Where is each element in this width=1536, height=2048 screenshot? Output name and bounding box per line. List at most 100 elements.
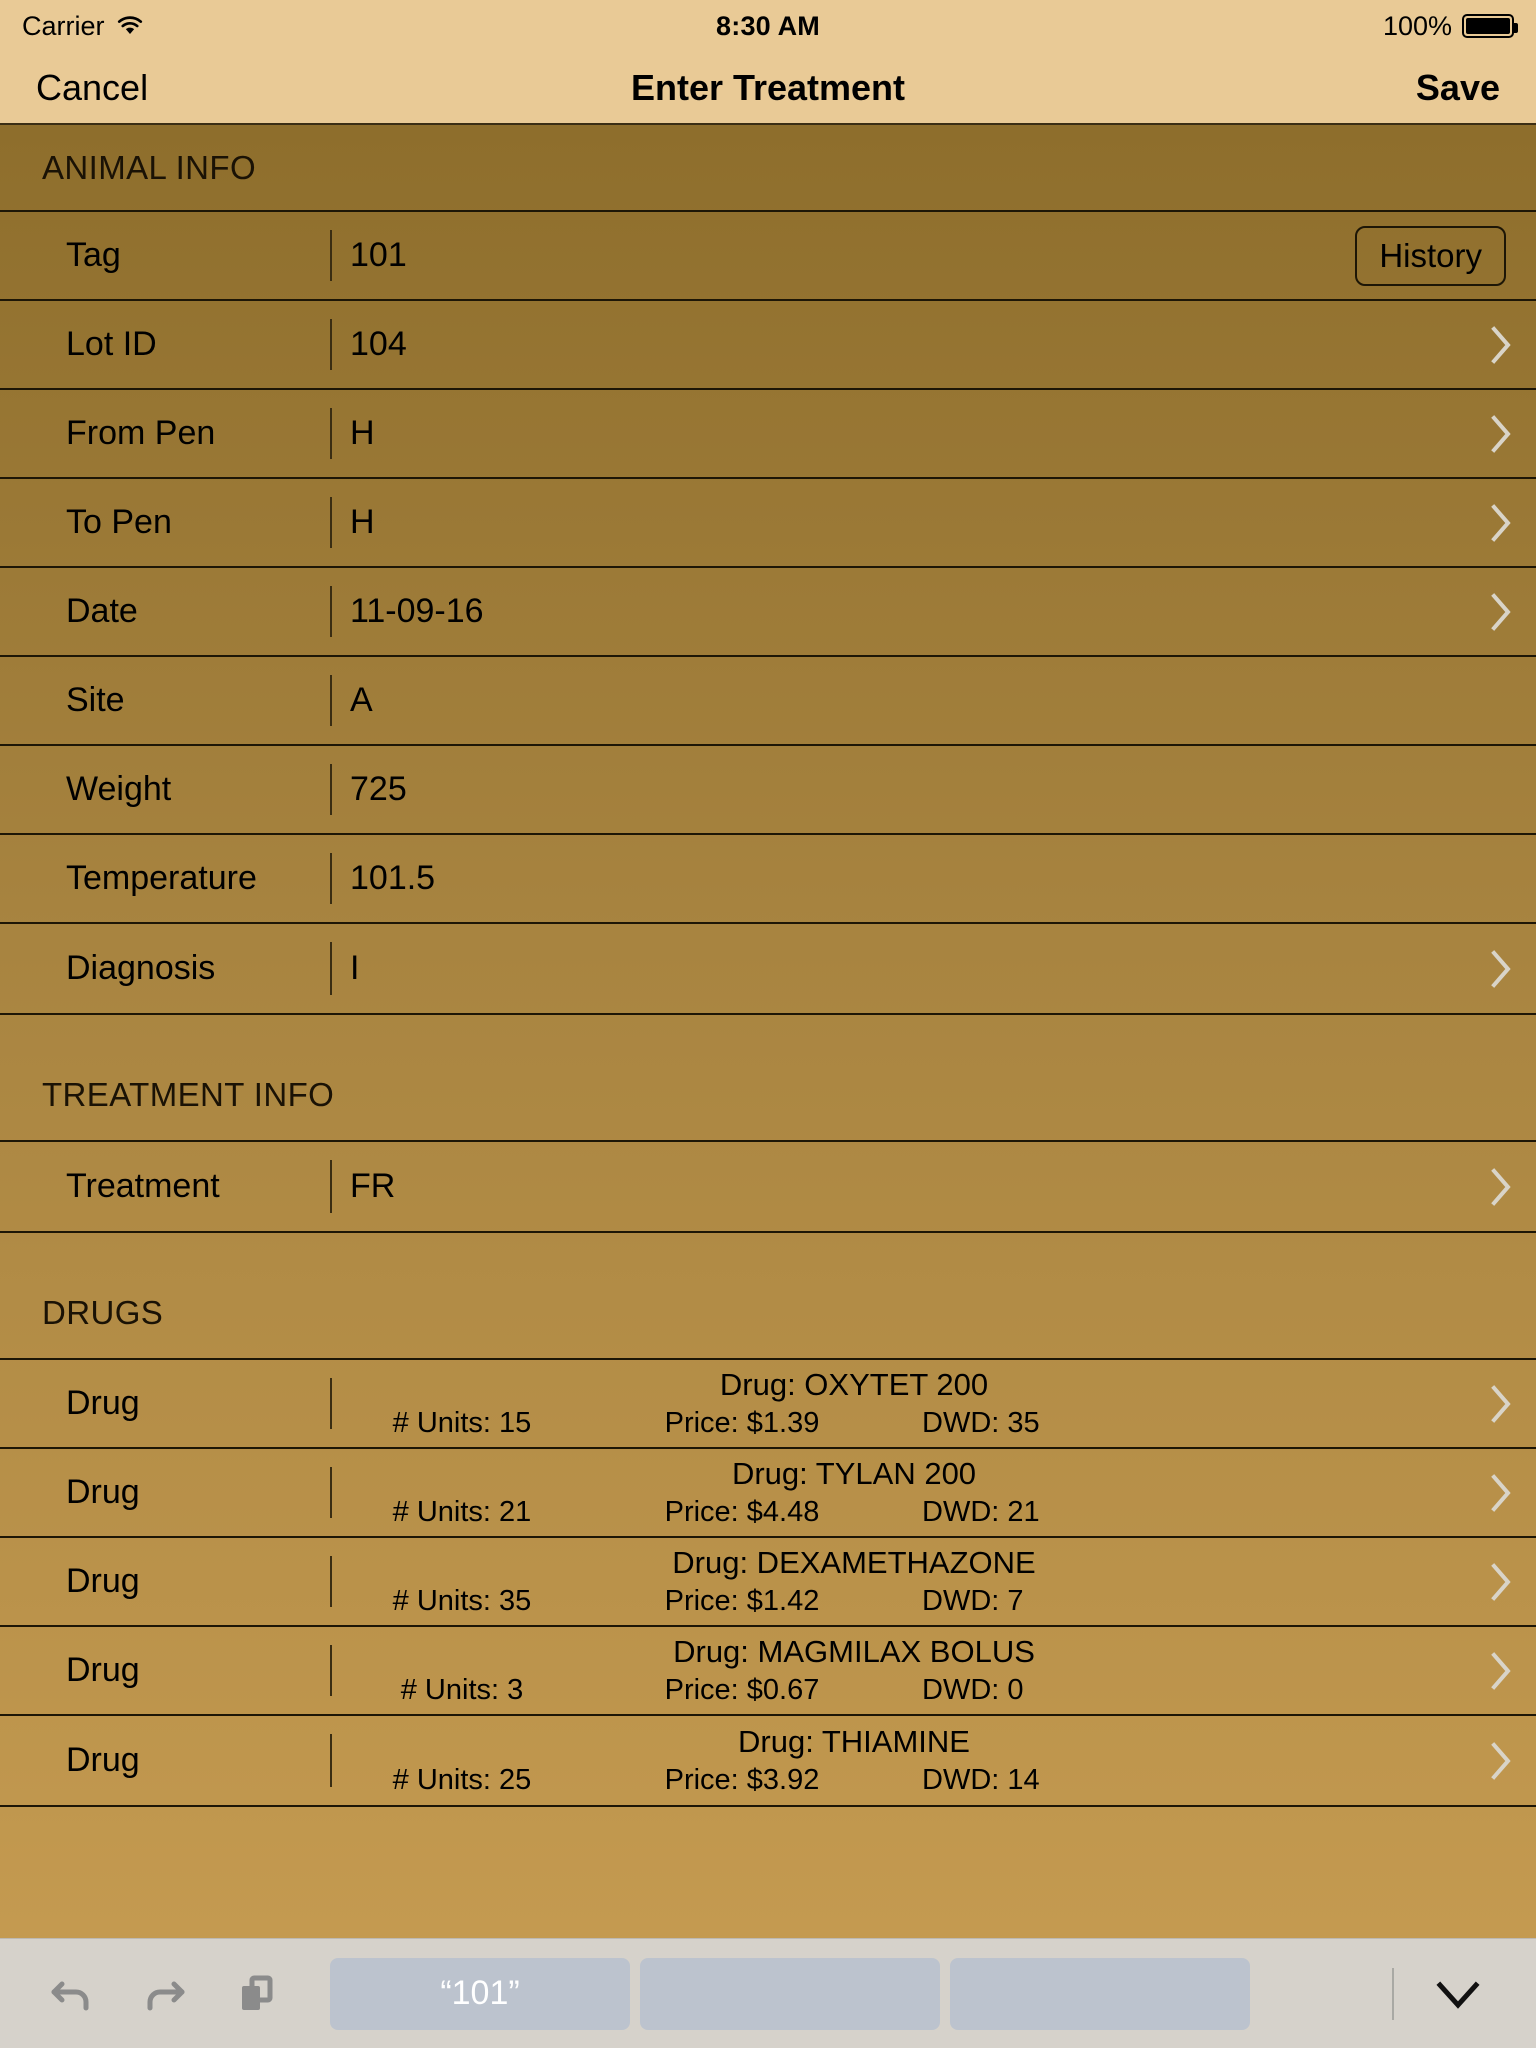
- chevron-right-icon[interactable]: [1466, 924, 1536, 1013]
- chevron-right-icon[interactable]: [1466, 1538, 1536, 1625]
- drug-price: Price: $1.42: [664, 1585, 820, 1617]
- table-row[interactable]: Temperature 101.5: [0, 835, 1536, 924]
- battery-percent-label: 100%: [1382, 10, 1452, 41]
- chevron-right-icon[interactable]: [1466, 568, 1536, 655]
- chevron-right-icon[interactable]: [1466, 479, 1536, 566]
- suggestion-chip[interactable]: [640, 1957, 940, 2030]
- table-row[interactable]: Drug Drug: TYLAN 200 # Units: 21 Price: …: [0, 1449, 1536, 1538]
- row-value[interactable]: 11-09-16: [332, 568, 1466, 655]
- suggestion-chip[interactable]: [950, 1957, 1250, 2030]
- row-label: Drug: [66, 1384, 140, 1422]
- chevron-right-icon[interactable]: [1466, 1142, 1536, 1231]
- table-row[interactable]: Drug Drug: THIAMINE # Units: 25 Price: $…: [0, 1716, 1536, 1805]
- drug-name: Drug: DEXAMETHAZONE: [672, 1545, 1036, 1580]
- paste-icon[interactable]: [210, 1948, 302, 2040]
- row-label: Site: [66, 681, 125, 719]
- history-button[interactable]: History: [1355, 225, 1506, 286]
- chevron-right-icon[interactable]: [1466, 1627, 1536, 1714]
- row-value[interactable]: 725: [332, 746, 1536, 833]
- chevron-right-icon[interactable]: [1466, 1716, 1536, 1805]
- drug-details: Drug: THIAMINE # Units: 25 Price: $3.92 …: [332, 1716, 1466, 1805]
- drug-meta: # Units: 15 Price: $1.39 DWD: 35: [332, 1407, 1466, 1440]
- row-value[interactable]: 101.5: [332, 835, 1536, 922]
- battery-full-icon: [1462, 14, 1518, 38]
- row-label: Tag: [66, 236, 121, 274]
- row-value[interactable]: A: [332, 657, 1536, 744]
- drug-name: Drug: MAGMILAX BOLUS: [673, 1634, 1035, 1669]
- drug-details: Drug: TYLAN 200 # Units: 21 Price: $4.48…: [332, 1449, 1466, 1536]
- drug-units: # Units: 15: [392, 1407, 532, 1439]
- animal-info-group: Tag 101 History Lot ID 104 From Pen H To…: [0, 210, 1536, 1015]
- table-row[interactable]: From Pen H: [0, 390, 1536, 479]
- autocorrect-suggestions: “101”: [330, 1957, 1250, 2030]
- table-row[interactable]: Site A: [0, 657, 1536, 746]
- chevron-down-icon[interactable]: [1422, 1958, 1494, 2030]
- drug-name: Drug: THIAMINE: [738, 1724, 970, 1759]
- row-label: Date: [66, 592, 138, 630]
- drugs-group: Drug Drug: OXYTET 200 # Units: 15 Price:…: [0, 1358, 1536, 1807]
- drug-name: Drug: TYLAN 200: [731, 1456, 977, 1491]
- table-row[interactable]: Tag 101 History: [0, 212, 1536, 301]
- table-row[interactable]: Diagnosis I: [0, 924, 1536, 1013]
- row-label: Drug: [66, 1651, 140, 1689]
- cancel-button[interactable]: Cancel: [36, 67, 148, 109]
- table-row[interactable]: Drug Drug: MAGMILAX BOLUS # Units: 3 Pri…: [0, 1627, 1536, 1716]
- chevron-right-icon[interactable]: [1466, 301, 1536, 388]
- enter-treatment-screen: Carrier 8:30 AM 100% Cancel Enter Treatm…: [0, 0, 1536, 2048]
- row-value[interactable]: H: [332, 479, 1466, 566]
- drug-units: # Units: 25: [392, 1764, 532, 1796]
- suggestion-chip[interactable]: “101”: [330, 1957, 630, 2030]
- table-row[interactable]: Lot ID 104: [0, 301, 1536, 390]
- row-label: Drug: [66, 1562, 140, 1600]
- drug-dwd: DWD: 0: [922, 1674, 1024, 1706]
- keyboard-accessory-toolbar: “101”: [0, 1938, 1536, 2048]
- row-label: Lot ID: [66, 325, 157, 363]
- drug-name: Drug: OXYTET 200: [719, 1367, 989, 1402]
- drug-dwd: DWD: 14: [922, 1764, 1040, 1796]
- section-header-drugs: DRUGS: [42, 1294, 164, 1331]
- drug-price: Price: $4.48: [664, 1496, 820, 1528]
- row-label: To Pen: [66, 503, 172, 541]
- chevron-right-icon[interactable]: [1466, 390, 1536, 477]
- drug-details: Drug: DEXAMETHAZONE # Units: 35 Price: $…: [332, 1538, 1466, 1625]
- row-value[interactable]: H: [332, 390, 1466, 477]
- toolbar-divider: [1392, 1967, 1394, 2020]
- undo-icon[interactable]: [26, 1948, 118, 2040]
- page-title: Enter Treatment: [630, 66, 906, 108]
- chevron-right-icon[interactable]: [1466, 1360, 1536, 1447]
- row-value[interactable]: 104: [332, 301, 1466, 388]
- status-bar-right: 100%: [1382, 10, 1518, 42]
- drug-meta: # Units: 25 Price: $3.92 DWD: 14: [332, 1764, 1466, 1797]
- table-row[interactable]: Drug Drug: DEXAMETHAZONE # Units: 35 Pri…: [0, 1538, 1536, 1627]
- row-value[interactable]: I: [332, 924, 1466, 1013]
- row-label: Diagnosis: [66, 949, 216, 987]
- drug-dwd: DWD: 21: [922, 1496, 1040, 1528]
- drug-meta: # Units: 3 Price: $0.67 DWD: 0: [332, 1674, 1466, 1707]
- redo-icon[interactable]: [118, 1948, 210, 2040]
- status-bar: Carrier 8:30 AM 100%: [0, 0, 1536, 52]
- table-row[interactable]: Date 11-09-16: [0, 568, 1536, 657]
- drug-meta: # Units: 35 Price: $1.42 DWD: 7: [332, 1585, 1466, 1618]
- form-scroll-view[interactable]: ANIMAL INFO Tag 101 History Lot ID 104 F…: [0, 125, 1536, 1938]
- drug-details: Drug: MAGMILAX BOLUS # Units: 3 Price: $…: [332, 1627, 1466, 1714]
- row-label: Weight: [66, 770, 172, 808]
- drug-details: Drug: OXYTET 200 # Units: 15 Price: $1.3…: [332, 1360, 1466, 1447]
- table-row[interactable]: Weight 725: [0, 746, 1536, 835]
- save-button[interactable]: Save: [1416, 67, 1500, 109]
- treatment-info-group: Treatment FR: [0, 1140, 1536, 1233]
- row-value[interactable]: FR: [332, 1142, 1466, 1231]
- drug-units: # Units: 3: [400, 1674, 524, 1706]
- status-bar-clock: 8:30 AM: [716, 10, 820, 41]
- table-row[interactable]: Treatment FR: [0, 1142, 1536, 1231]
- drug-dwd: DWD: 7: [922, 1585, 1024, 1617]
- drug-dwd: DWD: 35: [922, 1407, 1040, 1439]
- table-row[interactable]: Drug Drug: OXYTET 200 # Units: 15 Price:…: [0, 1360, 1536, 1449]
- row-label: Drug: [66, 1741, 140, 1779]
- chevron-right-icon[interactable]: [1466, 1449, 1536, 1536]
- drug-price: Price: $1.39: [664, 1407, 820, 1439]
- table-row[interactable]: To Pen H: [0, 479, 1536, 568]
- drug-units: # Units: 21: [392, 1496, 532, 1528]
- row-label: From Pen: [66, 414, 216, 452]
- drug-price: Price: $3.92: [664, 1764, 820, 1796]
- row-value[interactable]: 101: [332, 212, 1355, 299]
